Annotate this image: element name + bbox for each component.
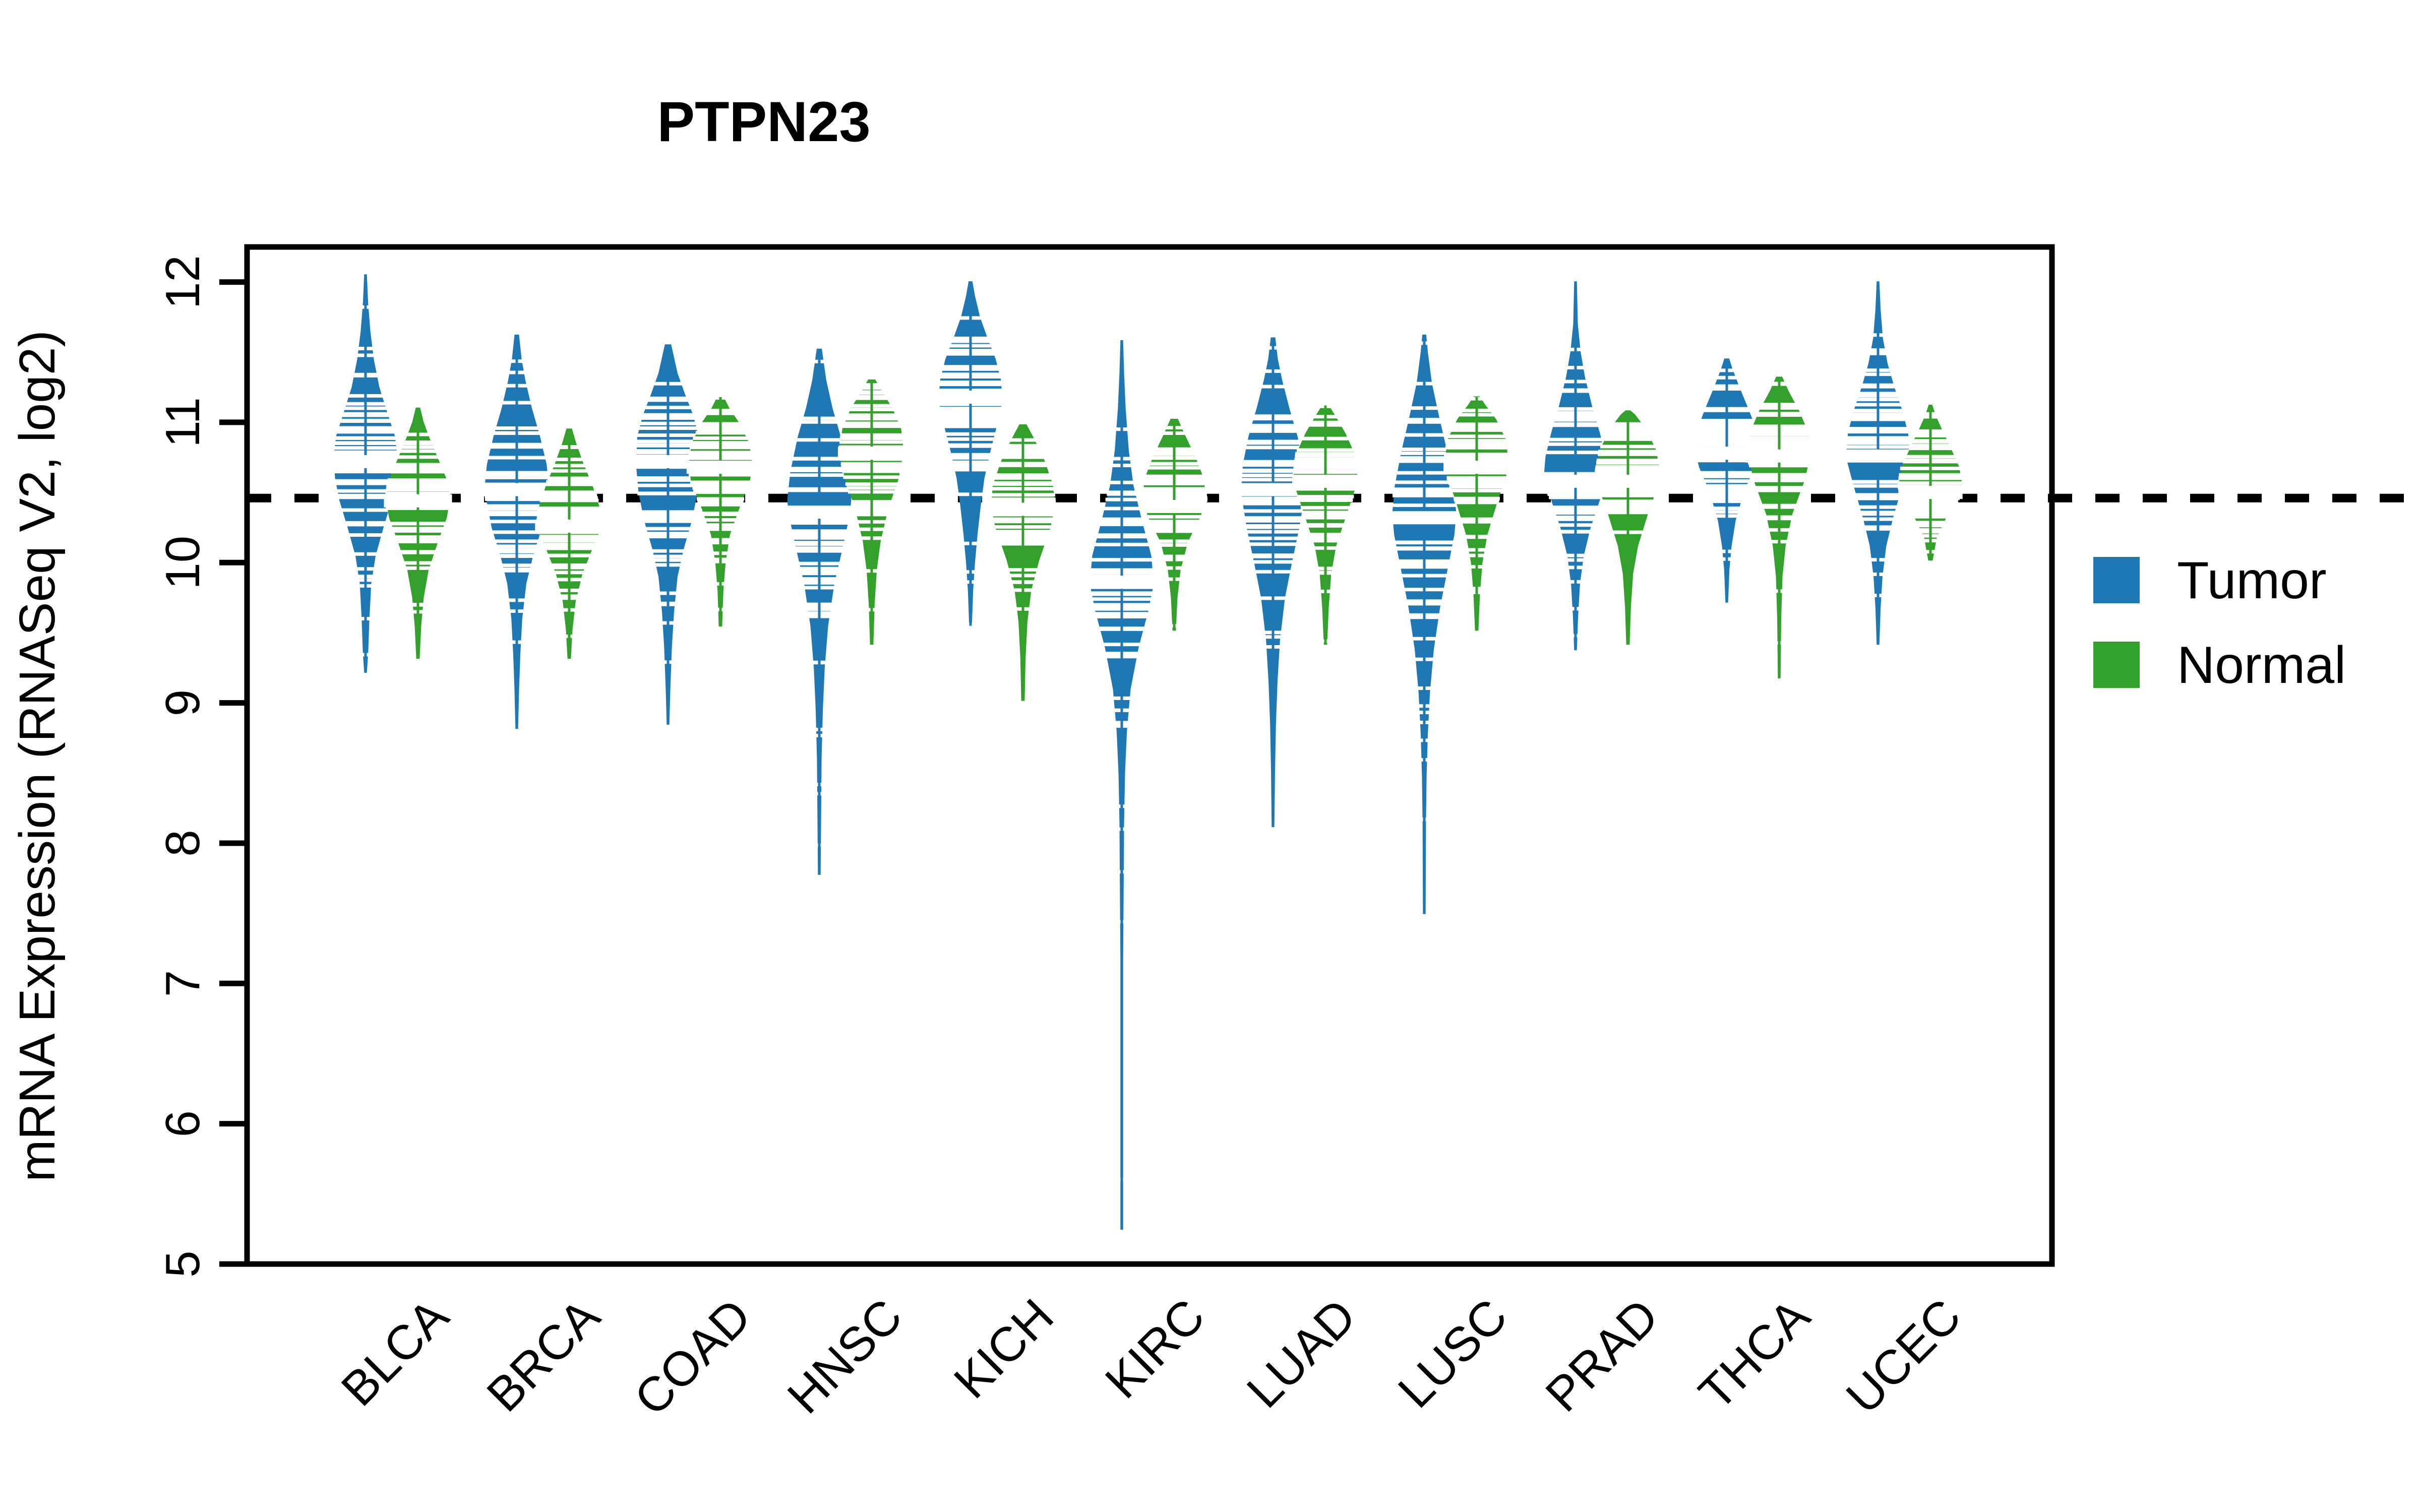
x-axis-label-brca: BRCA [477,1289,610,1422]
bean-normal-KICH [989,424,1057,701]
x-axis-labels: BLCA BRCA COAD HNSC KICH KIRC LUAD LUSC PRAD THCA… [331,1289,1971,1426]
x-axis-label-lusc: LUSC [1388,1289,1518,1418]
x-axis-label-blca: BLCA [331,1289,459,1416]
x-axis-label-coad: COAD [624,1289,761,1426]
bean-tumor-THCA [1693,358,1761,603]
y-tick-label: 12 [156,255,210,309]
x-axis-label-thca: THCA [1688,1289,1820,1420]
bean-normal-PRAD [1595,410,1661,645]
y-tick-label: 11 [156,397,210,448]
page-title: PTPN23 [657,90,870,153]
bean-tumor-KIRC [1087,340,1156,1230]
x-axis-label-kirc: KIRC [1095,1289,1215,1409]
beanplot-figure: PTPN23 mRNA Expression (RNASeq V2, log2) 5… [9,90,2420,1426]
x-axis-label-ucec: UCEC [1836,1289,1971,1424]
bean-tumor-LUSC [1390,334,1459,914]
bean-normal-THCA [1745,376,1813,678]
y-tick-label: 6 [156,1110,210,1137]
bean-tumor-UCEC [1844,281,1912,645]
y-axis-title: mRNA Expression (RNASeq V2, log2) [9,330,66,1182]
y-tick-label: 5 [156,1250,210,1277]
y-tick-label: 9 [156,689,210,716]
legend-label-tumor: Tumor [2177,551,2327,610]
legend-label-normal: Normal [2177,636,2346,695]
x-axis-label-luad: LUAD [1237,1289,1366,1418]
y-tick-label: 7 [156,970,210,997]
bean-tumor-LUAD [1239,337,1307,828]
x-axis-label-prad: PRAD [1536,1289,1669,1422]
bean-tumor-KICH [936,281,1005,626]
bean-tumor-HNSC [786,348,853,875]
bean-tumor-BLCA [331,274,400,673]
beans-layer [331,274,1964,1230]
bean-tumor-COAD [634,344,702,725]
x-axis-label-hnsc: HNSC [777,1289,913,1424]
bean-normal-LUAD [1292,404,1359,645]
y-tick-label: 10 [156,536,210,590]
legend: Tumor Normal [2093,551,2346,695]
chart-page: PTPN23 mRNA Expression (RNASeq V2, log2) 5… [0,0,2420,1512]
y-tick-label: 8 [156,830,210,856]
legend-swatch-normal[interactable] [2093,642,2140,688]
bean-normal-COAD [686,396,755,626]
legend-swatch-tumor[interactable] [2093,557,2140,603]
y-axis-ticks: 5 6 7 8 9 10 11 12 [156,255,247,1278]
x-axis-label-kich: KICH [944,1289,1064,1409]
